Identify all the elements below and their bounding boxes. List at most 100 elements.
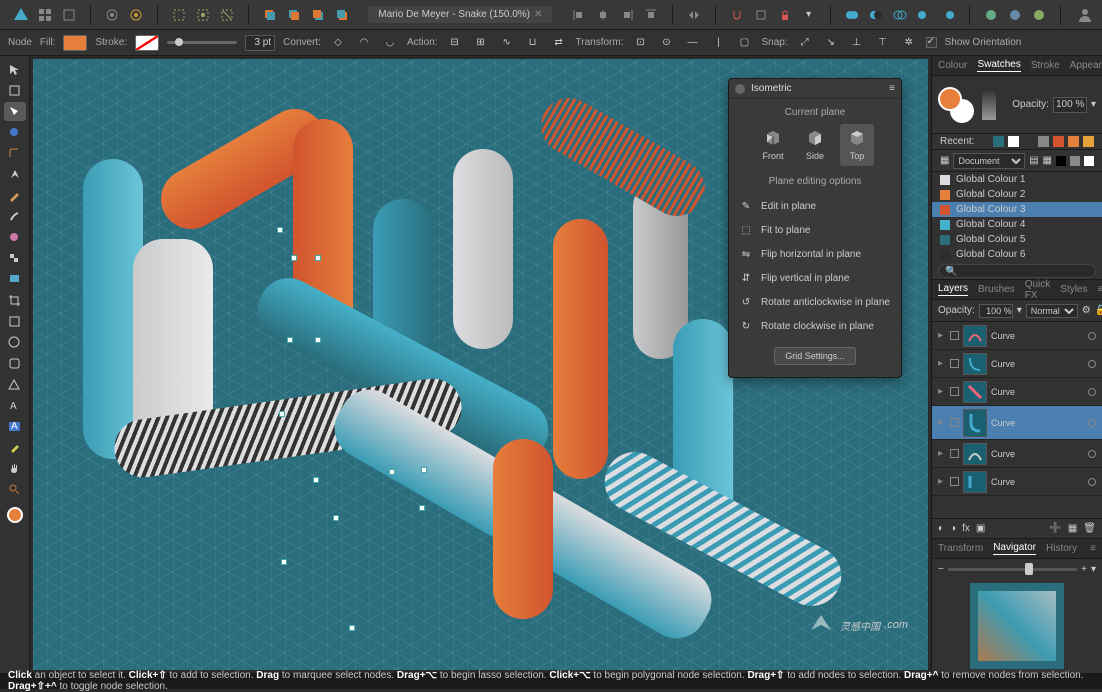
recent-swatch[interactable] — [1083, 136, 1094, 147]
order-backward-icon[interactable] — [283, 4, 305, 26]
gear1-icon[interactable] — [101, 4, 123, 26]
hand-tool-icon[interactable] — [4, 459, 26, 478]
pencil-tool-icon[interactable] — [4, 186, 26, 205]
global-colour-item[interactable]: Global Colour 5 — [932, 232, 1102, 247]
boolean-intersect-icon[interactable] — [889, 4, 911, 26]
flip-vertical-button[interactable]: ⇵Flip vertical in plane — [737, 269, 893, 287]
add-layer-icon[interactable]: ➕ — [1049, 523, 1061, 534]
convert-smart-icon[interactable]: ◡ — [381, 34, 399, 52]
app-logo-icon[interactable] — [10, 4, 32, 26]
ellipse-tool-icon[interactable] — [4, 333, 26, 352]
node-tool-icon[interactable] — [4, 102, 26, 121]
break-curve-icon[interactable]: ⊟ — [446, 34, 464, 52]
pal-sw[interactable] — [1084, 156, 1094, 166]
recent-swatch[interactable] — [993, 136, 1004, 147]
navigator-preview[interactable] — [932, 579, 1102, 673]
panel-menu-icon[interactable]: ≡ — [889, 83, 895, 94]
recent-swatch[interactable] — [1068, 136, 1079, 147]
zoom-tool-icon[interactable] — [4, 480, 26, 499]
triangle-tool-icon[interactable] — [4, 375, 26, 394]
brush-tool-icon[interactable] — [4, 207, 26, 226]
order-front-icon[interactable] — [331, 4, 353, 26]
layer-item[interactable]: ▸Curve — [932, 322, 1102, 350]
zoom-slider[interactable] — [948, 568, 1077, 571]
pal-sw[interactable] — [1070, 156, 1080, 166]
flip-horizontal-button[interactable]: ⇋Flip horizontal in plane — [737, 245, 893, 263]
grid-settings-button[interactable]: Grid Settings... — [774, 347, 856, 365]
corner-tool-icon[interactable] — [4, 144, 26, 163]
stroke-swatch[interactable] — [135, 35, 159, 51]
tab-colour[interactable]: Colour — [938, 60, 967, 71]
snap-handles-icon[interactable]: ⊤ — [874, 34, 892, 52]
doc-settings-icon[interactable] — [58, 4, 80, 26]
close-panel-icon[interactable] — [735, 84, 745, 94]
stroke-width-slider[interactable] — [167, 41, 237, 44]
transparency-tool-icon[interactable] — [4, 249, 26, 268]
shape-tool-icon[interactable] — [4, 312, 26, 331]
layer-item[interactable]: ▸Curve — [932, 350, 1102, 378]
close-doc-icon[interactable]: ✕ — [534, 9, 542, 20]
select-all-icon[interactable] — [168, 4, 190, 26]
boolean-add-icon[interactable] — [841, 4, 863, 26]
zoom-in-icon[interactable]: + — [1081, 564, 1087, 575]
add-pixel-layer-icon[interactable]: ▦ — [1068, 523, 1077, 534]
panel-menu-icon[interactable]: ≡ — [1090, 543, 1096, 554]
color-picker-icon[interactable] — [4, 505, 26, 524]
grid-view-icon[interactable]: ▦ — [1043, 155, 1052, 166]
snap-toggle-icon[interactable] — [726, 4, 748, 26]
tab-appearance[interactable]: Appearance — [1070, 60, 1102, 71]
place-tool-icon[interactable] — [4, 270, 26, 289]
tab-quickfx[interactable]: Quick FX — [1025, 279, 1051, 301]
layer-fx-icon[interactable]: fx — [962, 523, 970, 534]
recent-swatch[interactable] — [1023, 136, 1034, 147]
insert-behind-icon[interactable] — [1028, 4, 1050, 26]
pen-tool-icon[interactable] — [4, 165, 26, 184]
palette-select[interactable]: Document — [953, 153, 1025, 169]
panel-menu-icon[interactable]: ≡ — [1098, 284, 1102, 295]
zoom-out-icon[interactable]: − — [938, 564, 944, 575]
tab-stroke[interactable]: Stroke — [1031, 60, 1060, 71]
transform-cycle-icon[interactable]: — — [684, 34, 702, 52]
gear2-icon[interactable] — [125, 4, 147, 26]
layer-opacity-dropdown[interactable]: ▾ — [1017, 305, 1022, 316]
layer-opacity-input[interactable] — [979, 304, 1013, 318]
layer-adjust-icon[interactable]: ◑ — [950, 523, 956, 534]
recent-swatch[interactable] — [1038, 136, 1049, 147]
fill-stroke-selector[interactable] — [938, 87, 974, 123]
global-colour-item[interactable]: Global Colour 4 — [932, 217, 1102, 232]
tab-swatches[interactable]: Swatches — [977, 59, 1020, 72]
blend-mode-select[interactable]: Normal — [1026, 304, 1078, 318]
layer-item[interactable]: ▸Curve — [932, 378, 1102, 406]
plane-front-button[interactable]: Front — [756, 124, 790, 166]
insert-target-icon[interactable] — [980, 4, 1002, 26]
zoom-menu-icon[interactable]: ▾ — [1091, 564, 1096, 575]
recent-swatch[interactable] — [1008, 136, 1019, 147]
delete-layer-icon[interactable]: 🗑 — [1083, 523, 1096, 534]
transform-origin-icon[interactable]: ⊙ — [658, 34, 676, 52]
plane-top-button[interactable]: Top — [840, 124, 874, 166]
close-curve-icon[interactable]: ⊞ — [472, 34, 490, 52]
layer-item[interactable]: ▸Curve — [932, 440, 1102, 468]
tab-styles[interactable]: Styles — [1060, 284, 1087, 295]
layer-item[interactable]: ▸Curve — [932, 468, 1102, 496]
text-tool-icon[interactable]: A — [4, 396, 26, 415]
align-right-icon[interactable] — [616, 4, 638, 26]
eyedropper-tool-icon[interactable] — [4, 438, 26, 457]
swatch-search-input[interactable] — [938, 264, 1096, 278]
account-icon[interactable] — [1074, 4, 1096, 26]
move-tool-icon[interactable] — [4, 60, 26, 79]
reverse-curve-icon[interactable]: ⇄ — [550, 34, 568, 52]
lock-icon[interactable] — [774, 4, 796, 26]
boolean-xor-icon[interactable] — [913, 4, 935, 26]
clip-icon[interactable]: ▾ — [798, 4, 820, 26]
align-top-icon[interactable] — [640, 4, 662, 26]
tab-layers[interactable]: Layers — [938, 283, 968, 296]
fill-swatch[interactable] — [63, 35, 87, 51]
fit-to-plane-button[interactable]: ⬚Fit to plane — [737, 221, 893, 239]
snap-geometry-icon[interactable]: ⊥ — [848, 34, 866, 52]
boolean-divide-icon[interactable] — [937, 4, 959, 26]
convert-smooth-icon[interactable]: ◠ — [355, 34, 373, 52]
order-back-icon[interactable] — [259, 4, 281, 26]
global-colour-item[interactable]: Global Colour 1 — [932, 172, 1102, 187]
order-forward-icon[interactable] — [307, 4, 329, 26]
